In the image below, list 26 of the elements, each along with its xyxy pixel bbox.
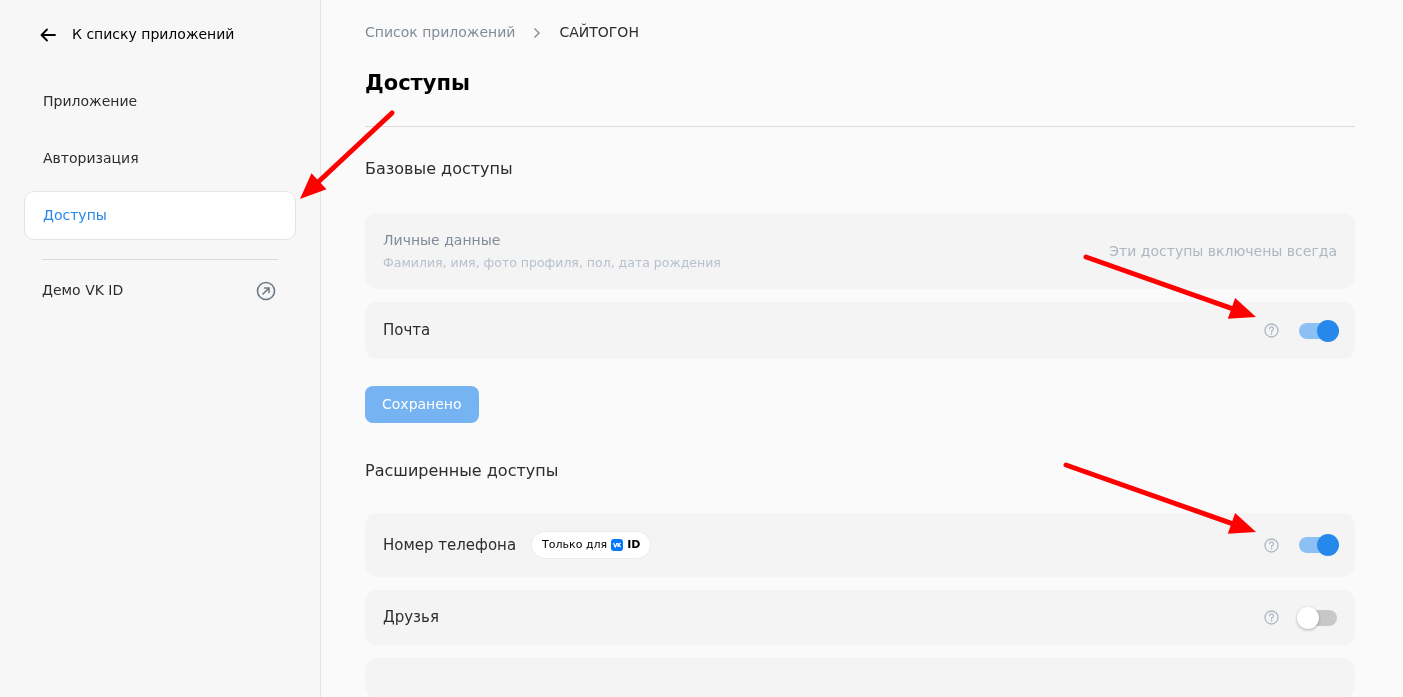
permission-name: Номер телефона bbox=[383, 534, 517, 556]
vk-logo-icon bbox=[611, 539, 624, 552]
sidebar-item[interactable]: Доступы bbox=[24, 191, 296, 240]
sidebar-item[interactable]: Авторизация bbox=[24, 134, 296, 183]
chevron-icon bbox=[533, 26, 542, 39]
page-title: Доступы bbox=[365, 71, 471, 97]
help-icon[interactable] bbox=[1264, 323, 1279, 339]
external-link[interactable]: Демо VK ID bbox=[24, 280, 296, 301]
always-on-note: Эти доступы включены всегда bbox=[1109, 241, 1337, 261]
external-link-icon bbox=[256, 280, 276, 301]
breadcrumb-current: САЙТОГОН bbox=[559, 22, 639, 42]
back-arrow-icon bbox=[40, 27, 56, 42]
permission-name: Друзья bbox=[383, 607, 439, 629]
vk-only-badge: Только для ID bbox=[532, 531, 651, 559]
toggle-switch[interactable] bbox=[1299, 322, 1337, 339]
help-icon[interactable] bbox=[1264, 537, 1279, 553]
section-heading: Базовые доступы bbox=[365, 158, 514, 181]
help-icon[interactable] bbox=[1264, 610, 1279, 626]
toggle-switch[interactable] bbox=[1299, 609, 1337, 626]
toggle-switch[interactable] bbox=[1299, 537, 1337, 554]
back-link[interactable]: К списку приложений bbox=[24, 24, 296, 45]
sidebar-item[interactable]: Приложение bbox=[24, 77, 296, 126]
permission-name: Почта bbox=[383, 320, 431, 342]
permission-name: Личные данные bbox=[383, 230, 502, 250]
permission-description: Фамилия, имя, фото профиля, пол, дата рождения bbox=[383, 253, 721, 272]
section-heading: Расширенные доступы bbox=[365, 460, 560, 483]
